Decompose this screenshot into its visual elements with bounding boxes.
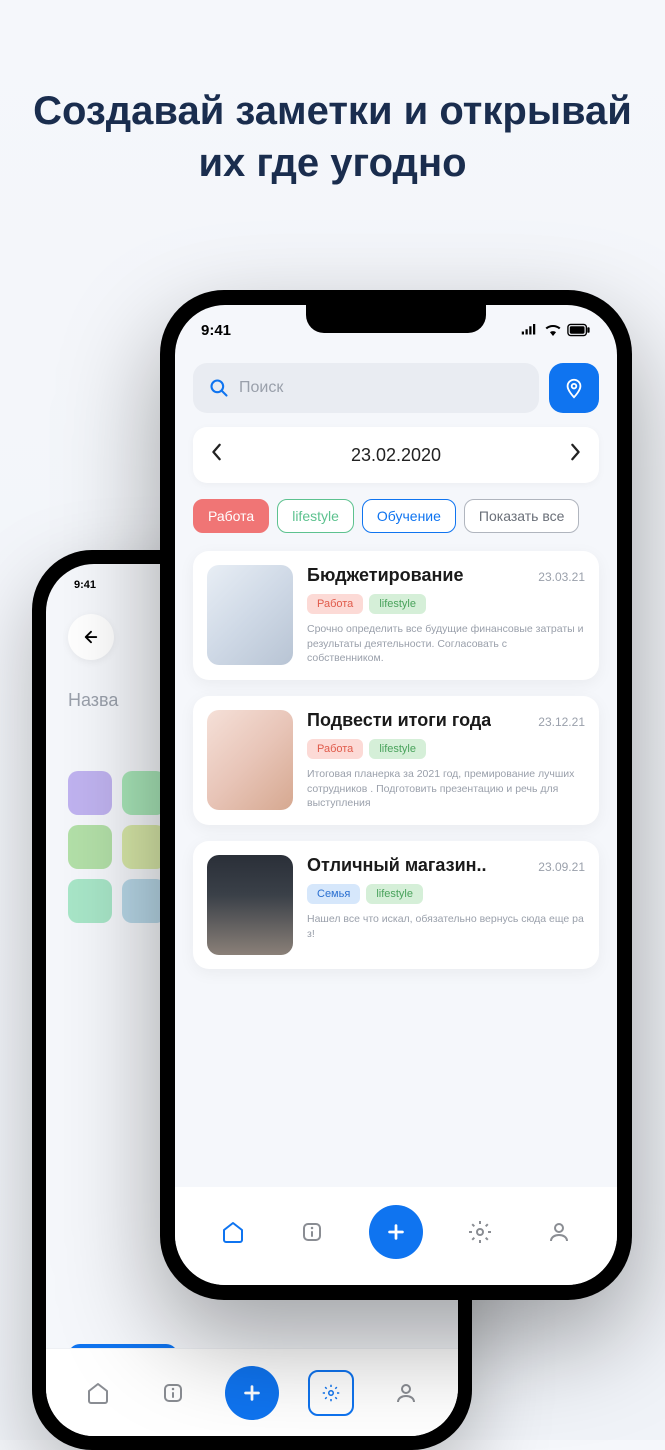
bottom-nav	[175, 1187, 617, 1285]
tag-lifestyle: lifestyle	[366, 884, 423, 904]
search-icon	[209, 378, 229, 398]
info-icon	[161, 1381, 185, 1405]
note-thumbnail	[207, 565, 293, 665]
bottom-nav	[46, 1348, 458, 1436]
gear-icon	[322, 1384, 340, 1402]
tag-lifestyle: lifestyle	[369, 594, 426, 614]
note-card[interactable]: Бюджетирование 23.03.21 Работа lifestyle…	[193, 551, 599, 680]
nav-home[interactable]	[75, 1370, 121, 1416]
current-date: 23.02.2020	[351, 445, 441, 466]
note-title: Подвести итоги года	[307, 710, 491, 731]
color-swatch[interactable]	[68, 825, 112, 869]
phone-mockup-front: 9:41 Поиск 23.02.2020	[160, 290, 632, 1300]
chevron-right-icon	[569, 443, 581, 461]
nav-info[interactable]	[150, 1370, 196, 1416]
tag-lifestyle: lifestyle	[369, 739, 426, 759]
nav-settings[interactable]	[308, 1370, 354, 1416]
note-card[interactable]: Подвести итоги года 23.12.21 Работа life…	[193, 696, 599, 825]
nav-profile[interactable]	[383, 1370, 429, 1416]
info-icon	[300, 1220, 324, 1244]
search-input[interactable]: Поиск	[193, 363, 539, 413]
tag-work: Работа	[307, 739, 363, 759]
chip-learning[interactable]: Обучение	[362, 499, 456, 533]
status-indicators	[521, 321, 591, 339]
note-card[interactable]: Отличный магазин.. 23.09.21 Семья lifest…	[193, 841, 599, 969]
note-title: Отличный магазин..	[307, 855, 487, 876]
plus-icon	[241, 1382, 263, 1404]
filter-chips: Работа lifestyle Обучение Показать все	[193, 499, 599, 533]
chip-work[interactable]: Работа	[193, 499, 269, 533]
arrow-left-icon	[82, 628, 100, 646]
pin-icon	[563, 377, 585, 399]
note-date: 23.12.21	[538, 715, 585, 729]
user-icon	[547, 1220, 571, 1244]
back-button[interactable]	[68, 614, 114, 660]
plus-icon	[385, 1221, 407, 1243]
date-picker: 23.02.2020	[193, 427, 599, 483]
note-date: 23.09.21	[538, 860, 585, 874]
status-time: 9:41	[74, 579, 96, 591]
note-description: Итоговая планерка за 2021 год, премирова…	[307, 767, 585, 811]
wifi-icon	[544, 321, 562, 339]
nav-profile[interactable]	[536, 1209, 582, 1255]
note-thumbnail	[207, 855, 293, 955]
chip-show-all[interactable]: Показать все	[464, 499, 579, 533]
nav-add[interactable]	[369, 1205, 423, 1259]
battery-icon	[567, 323, 591, 337]
tag-family: Семья	[307, 884, 360, 904]
notch	[306, 305, 486, 333]
status-time: 9:41	[201, 322, 231, 339]
nav-home[interactable]	[210, 1209, 256, 1255]
signal-icon	[521, 321, 539, 339]
chevron-left-icon	[211, 443, 223, 461]
color-swatch[interactable]	[68, 879, 112, 923]
note-date: 23.03.21	[538, 570, 585, 584]
nav-add[interactable]	[225, 1366, 279, 1420]
nav-info[interactable]	[289, 1209, 335, 1255]
note-title: Бюджетирование	[307, 565, 463, 586]
date-next-button[interactable]	[569, 443, 581, 467]
tag-work: Работа	[307, 594, 363, 614]
nav-settings[interactable]	[457, 1209, 503, 1255]
note-description: Нашел все что искал, обязательно вернусь…	[307, 912, 585, 941]
note-thumbnail	[207, 710, 293, 810]
date-prev-button[interactable]	[211, 443, 223, 467]
note-description: Срочно определить все будущие финансовые…	[307, 622, 585, 666]
search-placeholder: Поиск	[239, 379, 283, 397]
gear-icon	[468, 1220, 492, 1244]
user-icon	[394, 1381, 418, 1405]
promo-headline: Создавай заметки и открывай их где угодн…	[0, 0, 665, 189]
color-swatch[interactable]	[68, 771, 112, 815]
home-icon	[221, 1220, 245, 1244]
chip-lifestyle[interactable]: lifestyle	[277, 499, 354, 533]
location-button[interactable]	[549, 363, 599, 413]
home-icon	[86, 1381, 110, 1405]
